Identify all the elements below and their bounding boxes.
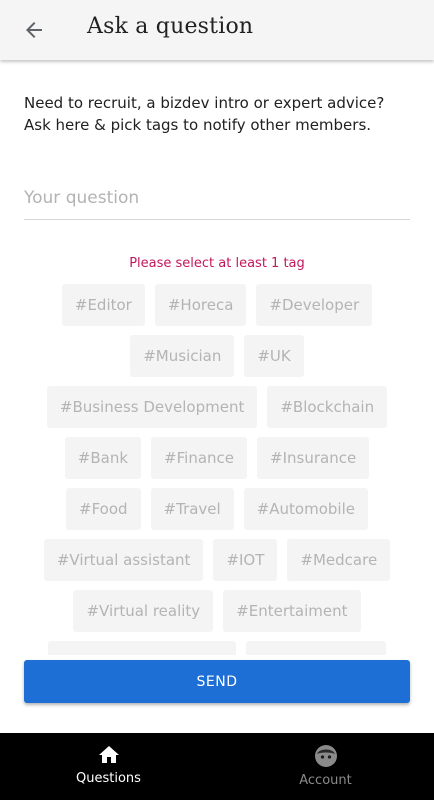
- tag-chip[interactable]: #IOT: [213, 539, 278, 581]
- tag-chip[interactable]: #Musician: [130, 335, 235, 377]
- tag-chip[interactable]: #Travel: [150, 488, 234, 530]
- tag-row: #Virtual assistant #IOT #Medcare: [0, 539, 434, 581]
- tag-chip[interactable]: #Entertaiment: [223, 590, 361, 632]
- tag-chip[interactable]: #Insurance: [257, 437, 370, 479]
- tag-chip[interactable]: #Horeca: [154, 284, 247, 326]
- nav-label-questions: Questions: [76, 771, 141, 786]
- tag-chip[interactable]: #Virtual reality: [73, 590, 214, 632]
- back-button[interactable]: [14, 10, 54, 50]
- tag-row: #Musician #UK: [0, 335, 434, 377]
- tag-row: #Food #Travel #Automobile: [0, 488, 434, 530]
- tag-chip[interactable]: #Blockchain: [267, 386, 388, 428]
- send-button[interactable]: SEND: [24, 660, 410, 703]
- tag-chip[interactable]: #Medcare: [287, 539, 391, 581]
- nav-item-account[interactable]: Account: [217, 733, 434, 800]
- page-title: Ask a question: [87, 14, 254, 39]
- validation-message: Please select at least 1 tag: [129, 256, 305, 271]
- question-input[interactable]: [24, 176, 410, 220]
- nav-item-questions[interactable]: Questions: [0, 733, 217, 800]
- tag-chip[interactable]: #Food: [66, 488, 141, 530]
- account-face-icon: [314, 745, 337, 767]
- tag-chip[interactable]: #UK: [244, 335, 304, 377]
- tag-chip[interactable]: #Automobile: [243, 488, 368, 530]
- tag-chip[interactable]: #Finance: [151, 437, 248, 479]
- tag-row: #Editor #Horeca #Developer: [0, 284, 434, 326]
- arrow-back-icon: [26, 22, 42, 38]
- intro-text: Need to recruit, a bizdev intro or exper…: [24, 94, 385, 134]
- tag-row: #Business Development #Blockchain: [0, 386, 434, 428]
- tag-chip[interactable]: #Developer: [256, 284, 373, 326]
- tag-chip[interactable]: #Bank: [64, 437, 142, 479]
- nav-label-account: Account: [299, 773, 352, 788]
- app-bar: Ask a question: [0, 0, 434, 60]
- home-icon: [98, 746, 119, 763]
- tag-list: #Editor #Horeca #Developer #Musician #UK…: [0, 284, 434, 660]
- tag-row: #Bank #Finance #Insurance: [0, 437, 434, 479]
- tag-row: #Virtual reality #Entertaiment: [0, 590, 434, 632]
- tag-chip[interactable]: #Editor: [61, 284, 145, 326]
- bottom-navigation: Questions Account: [0, 733, 434, 800]
- tag-chip[interactable]: #Virtual assistant: [43, 539, 204, 581]
- tag-chip[interactable]: #Business Development: [46, 386, 258, 428]
